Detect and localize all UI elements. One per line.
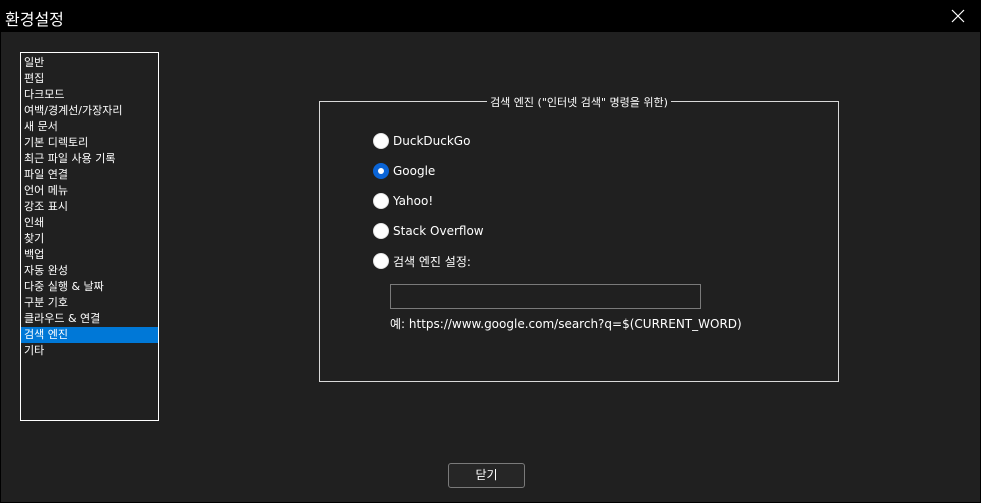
category-item-new-document[interactable]: 새 문서 xyxy=(21,119,158,135)
category-item-general[interactable]: 일반 xyxy=(21,55,158,71)
category-item-backup[interactable]: 백업 xyxy=(21,247,158,263)
radio-custom-engine[interactable]: 검색 엔진 설정: xyxy=(373,252,471,270)
category-item-language-menu[interactable]: 언어 메뉴 xyxy=(21,183,158,199)
category-item-margins[interactable]: 여백/경계선/가장자리 xyxy=(21,103,158,119)
category-item-edit[interactable]: 편집 xyxy=(21,71,158,87)
category-item-cloud-link[interactable]: 클라우드 & 연결 xyxy=(21,311,158,327)
radio-label: Yahoo! xyxy=(393,194,434,208)
category-item-file-association[interactable]: 파일 연결 xyxy=(21,167,158,183)
search-engine-group: 검색 엔진 ("인터넷 검색" 명령을 위한) DuckDuckGo Googl… xyxy=(319,96,839,382)
radio-button[interactable] xyxy=(373,253,389,269)
radio-label: Stack Overflow xyxy=(393,224,484,238)
window-title: 환경설정 xyxy=(5,10,64,29)
category-item-search[interactable]: 찾기 xyxy=(21,231,158,247)
category-item-misc[interactable]: 기타 xyxy=(21,343,158,359)
radio-duckduckgo[interactable]: DuckDuckGo xyxy=(373,132,470,150)
dialog-body: 일반 편집 다크모드 여백/경계선/가장자리 새 문서 기본 디렉토리 최근 파… xyxy=(1,32,980,502)
category-item-autocompletion[interactable]: 자동 완성 xyxy=(21,263,158,279)
radio-yahoo[interactable]: Yahoo! xyxy=(373,192,433,210)
category-item-highlighting[interactable]: 강조 표시 xyxy=(21,199,158,215)
window-close-button[interactable] xyxy=(935,0,981,32)
radio-label: Google xyxy=(393,164,436,178)
category-item-default-directory[interactable]: 기본 디렉토리 xyxy=(21,135,158,151)
close-icon xyxy=(951,9,965,23)
radio-label: 검색 엔진 설정: xyxy=(393,254,471,269)
close-button[interactable]: 닫기 xyxy=(448,463,525,488)
radio-stack-overflow[interactable]: Stack Overflow xyxy=(373,222,484,240)
radio-button[interactable] xyxy=(373,133,389,149)
category-item-delimiter[interactable]: 구분 기호 xyxy=(21,295,158,311)
category-item-dark-mode[interactable]: 다크모드 xyxy=(21,87,158,103)
category-item-print[interactable]: 인쇄 xyxy=(21,215,158,231)
category-item-search-engine[interactable]: 검색 엔진 xyxy=(21,327,158,343)
radio-button[interactable] xyxy=(373,223,389,239)
search-engine-group-title: 검색 엔진 ("인터넷 검색" 명령을 위한) xyxy=(487,96,671,109)
title-bar: 환경설정 xyxy=(0,0,981,32)
radio-google[interactable]: Google xyxy=(373,162,435,180)
category-list[interactable]: 일반 편집 다크모드 여백/경계선/가장자리 새 문서 기본 디렉토리 최근 파… xyxy=(20,52,159,421)
radio-button[interactable] xyxy=(373,193,389,209)
example-url-hint: 예: https://www.google.com/search?q=$(CUR… xyxy=(390,317,742,331)
radio-label: DuckDuckGo xyxy=(393,134,471,148)
category-item-multi-instance-date[interactable]: 다중 실행 & 날짜 xyxy=(21,279,158,295)
custom-engine-url-input[interactable] xyxy=(390,284,701,309)
category-item-recent-files[interactable]: 최근 파일 사용 기록 xyxy=(21,151,158,167)
radio-button-checked[interactable] xyxy=(373,163,389,179)
